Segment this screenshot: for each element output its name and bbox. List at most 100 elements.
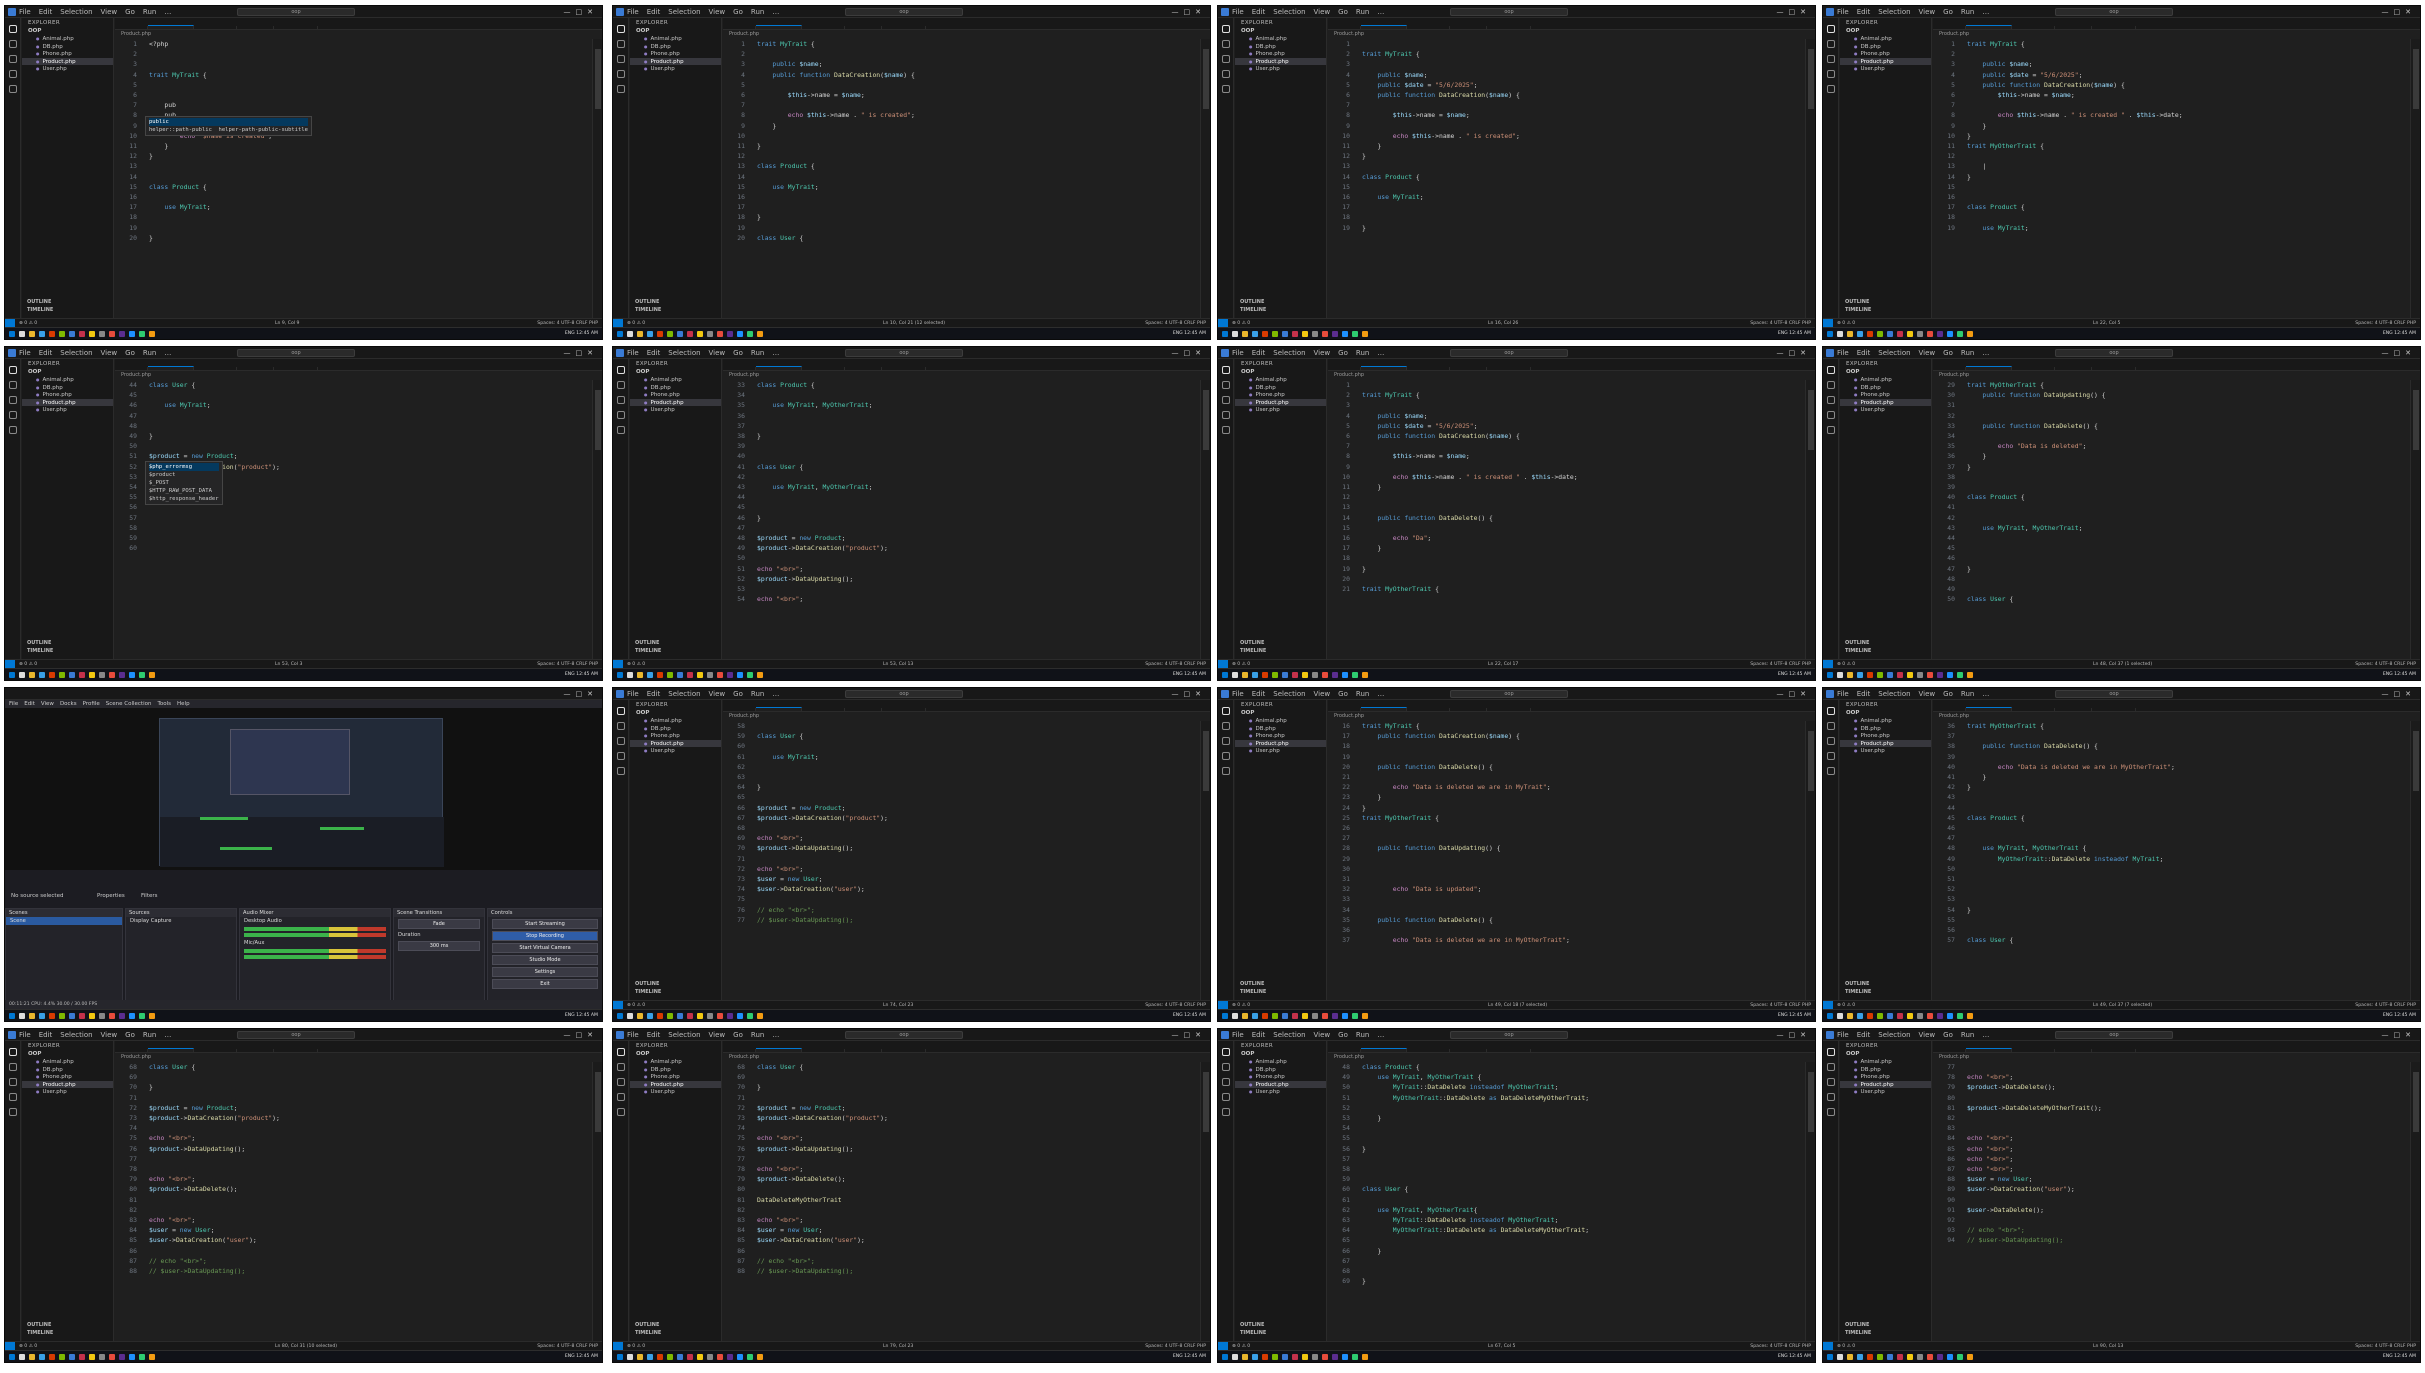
- window-controls[interactable]: —□✕: [1172, 347, 1206, 359]
- menu-item[interactable]: Selection: [1273, 8, 1305, 16]
- run-debug-icon[interactable]: [617, 1093, 625, 1101]
- code-area[interactable]: 36 trait MyOtherTrait {37 38 public functi…: [1933, 721, 2410, 1000]
- menu-item[interactable]: Edit: [39, 1031, 53, 1039]
- taskbar-app-icon[interactable]: [647, 1354, 653, 1360]
- taskbar-app-icon[interactable]: [757, 672, 763, 678]
- taskbar-app-icon[interactable]: [1887, 1354, 1893, 1360]
- taskbar-app-icon[interactable]: [747, 1013, 753, 1019]
- menu-item[interactable]: File: [1837, 1031, 1849, 1039]
- menu-item[interactable]: …: [1982, 8, 1989, 16]
- taskbar-app-icon[interactable]: [1252, 1354, 1258, 1360]
- taskbar-app-icon[interactable]: [1282, 1013, 1288, 1019]
- minimap[interactable]: [1200, 721, 1210, 1000]
- taskbar-app-icon[interactable]: [129, 1354, 135, 1360]
- file-item[interactable]: Animal.php: [1235, 717, 1326, 725]
- suggestion-item[interactable]: helper::path-public helper-path-public-s…: [149, 126, 308, 134]
- taskbar-app-icon[interactable]: [9, 1013, 15, 1019]
- file-item[interactable]: Product.php: [630, 1080, 721, 1088]
- source-control-icon[interactable]: [1827, 396, 1835, 404]
- outline-section[interactable]: OUTLINE: [630, 1321, 721, 1329]
- menu-item[interactable]: File: [19, 349, 31, 357]
- taskbar-app-icon[interactable]: [737, 1354, 743, 1360]
- file-item[interactable]: Phone.php: [1840, 50, 1931, 58]
- taskbar-app-icon[interactable]: [1837, 1013, 1843, 1019]
- taskbar-app-icon[interactable]: [9, 331, 15, 337]
- run-debug-icon[interactable]: [1222, 752, 1230, 760]
- code-area[interactable]: 16 trait MyTrait {17 public function Data…: [1328, 721, 1805, 1000]
- taskbar-app-icon[interactable]: [99, 331, 105, 337]
- file-item[interactable]: Product.php: [630, 739, 721, 747]
- taskbar-app-icon[interactable]: [677, 1013, 683, 1019]
- minimap[interactable]: [1805, 380, 1815, 659]
- taskbar-app-icon[interactable]: [647, 1013, 653, 1019]
- menu-item[interactable]: View: [41, 701, 54, 707]
- taskbar-app-icon[interactable]: [647, 672, 653, 678]
- taskbar-app-icon[interactable]: [1957, 331, 1963, 337]
- window-controls[interactable]: —□✕: [2382, 688, 2416, 700]
- source-control-icon[interactable]: [617, 1078, 625, 1086]
- menu-item[interactable]: Run: [751, 690, 764, 698]
- menu-item[interactable]: Run: [1356, 1031, 1369, 1039]
- taskbar-app-icon[interactable]: [677, 1354, 683, 1360]
- taskbar-app-icon[interactable]: [617, 1013, 623, 1019]
- menu-item[interactable]: Selection: [60, 8, 92, 16]
- taskbar-app-icon[interactable]: [657, 1354, 663, 1360]
- taskbar-app-icon[interactable]: [119, 672, 125, 678]
- file-item[interactable]: DB.php: [630, 384, 721, 392]
- outline-section[interactable]: OUTLINE: [1840, 298, 1931, 306]
- minimap[interactable]: [1200, 380, 1210, 659]
- taskbar-app-icon[interactable]: [737, 331, 743, 337]
- code-area[interactable]: 1 2 trait MyTrait {3 4 public $name; 5 publi…: [1328, 39, 1805, 318]
- taskbar-app-icon[interactable]: [29, 331, 35, 337]
- taskbar-app-icon[interactable]: [1867, 1354, 1873, 1360]
- menu-item[interactable]: Selection: [1878, 1031, 1910, 1039]
- run-debug-icon[interactable]: [9, 411, 17, 419]
- search-icon[interactable]: [617, 381, 625, 389]
- taskbar-app-icon[interactable]: [747, 331, 753, 337]
- taskbar-app-icon[interactable]: [1947, 672, 1953, 678]
- extensions-icon[interactable]: [617, 1108, 625, 1116]
- code-area[interactable]: 48 class Product {49 use MyTrait, MyOther…: [1328, 1062, 1805, 1341]
- timeline-section[interactable]: TIMELINE: [630, 1329, 721, 1337]
- search-icon[interactable]: [617, 40, 625, 48]
- taskbar-app-icon[interactable]: [1907, 331, 1913, 337]
- code-area[interactable]: 29 trait MyOtherTrait {30 public function…: [1933, 380, 2410, 659]
- menu-item[interactable]: Run: [1961, 1031, 1974, 1039]
- minimap-slider[interactable]: [2413, 1072, 2419, 1132]
- taskbar-app-icon[interactable]: [1312, 672, 1318, 678]
- file-item[interactable]: Product.php: [1235, 398, 1326, 406]
- search-icon[interactable]: [1222, 722, 1230, 730]
- taskbar-app-icon[interactable]: [39, 1013, 45, 1019]
- control-button[interactable]: Start Streaming: [492, 919, 598, 929]
- minimap[interactable]: [1805, 721, 1815, 1000]
- command-center-search[interactable]: oop: [237, 1031, 355, 1039]
- taskbar-app-icon[interactable]: [737, 1013, 743, 1019]
- menu-item[interactable]: Selection: [668, 8, 700, 16]
- source-item[interactable]: Display Capture: [126, 917, 236, 925]
- extensions-icon[interactable]: [1827, 426, 1835, 434]
- file-item[interactable]: Phone.php: [22, 1073, 113, 1081]
- search-icon[interactable]: [9, 40, 17, 48]
- file-item[interactable]: Animal.php: [630, 1058, 721, 1066]
- taskbar-app-icon[interactable]: [9, 672, 15, 678]
- command-center-search[interactable]: oop: [2055, 349, 2173, 357]
- remote-indicator[interactable]: [1218, 660, 1228, 668]
- taskbar-app-icon[interactable]: [79, 672, 85, 678]
- taskbar-app-icon[interactable]: [109, 672, 115, 678]
- code-area[interactable]: 68 class User {69 70} 71 72 $product = new Pr…: [723, 1062, 1200, 1341]
- file-item[interactable]: User.php: [1840, 65, 1931, 73]
- folder-oop[interactable]: OOP: [630, 1051, 721, 1058]
- timeline-section[interactable]: TIMELINE: [630, 647, 721, 655]
- folder-oop[interactable]: OOP: [22, 1051, 113, 1058]
- file-item[interactable]: User.php: [1235, 747, 1326, 755]
- folder-oop[interactable]: OOP: [22, 28, 113, 35]
- extensions-icon[interactable]: [9, 426, 17, 434]
- taskbar-app-icon[interactable]: [637, 1354, 643, 1360]
- file-item[interactable]: DB.php: [1840, 43, 1931, 51]
- menu-item[interactable]: View: [709, 690, 726, 698]
- menu-item[interactable]: Run: [751, 8, 764, 16]
- menu-item[interactable]: File: [19, 8, 31, 16]
- taskbar-app-icon[interactable]: [1282, 1354, 1288, 1360]
- taskbar-app-icon[interactable]: [139, 1013, 145, 1019]
- menu-item[interactable]: File: [1837, 8, 1849, 16]
